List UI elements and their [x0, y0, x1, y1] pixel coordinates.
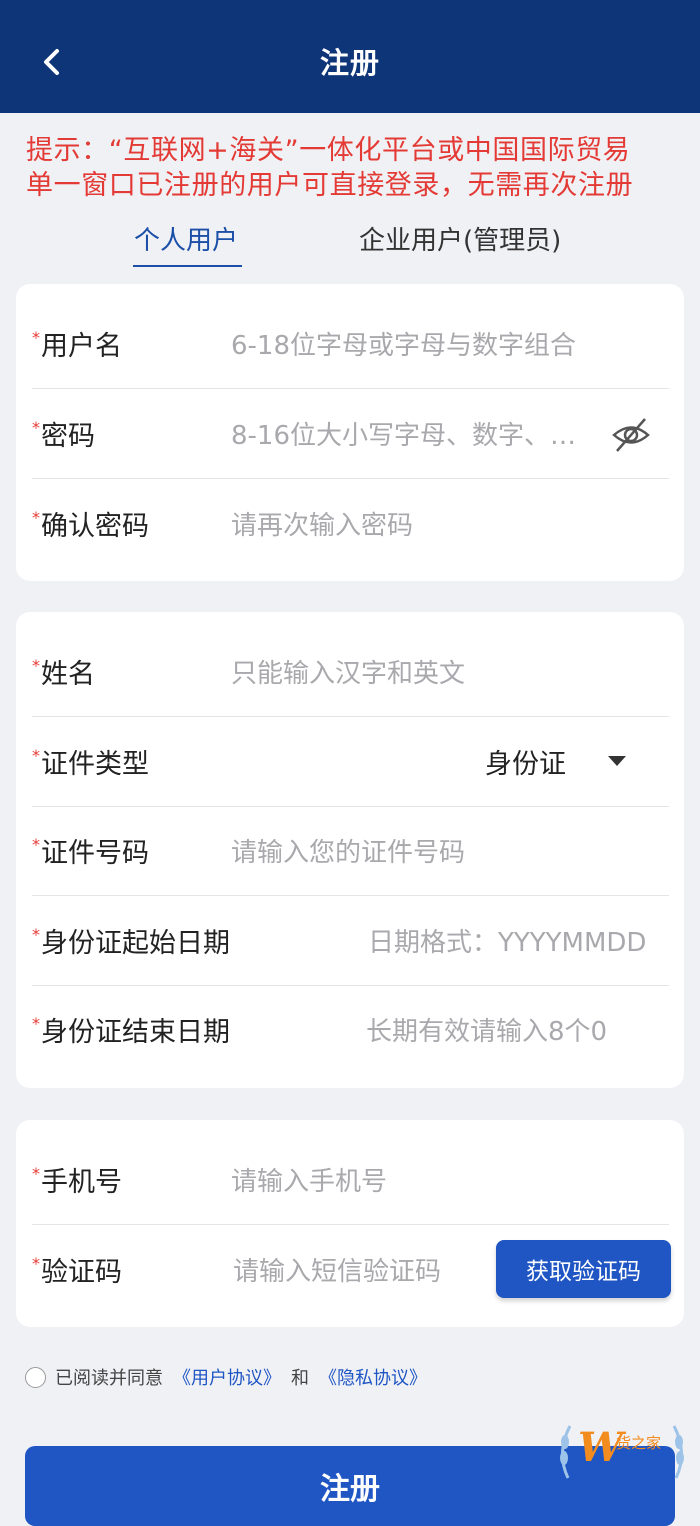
phone-label: * 手机号	[32, 1135, 122, 1224]
id-number-input[interactable]: 请输入您的证件号码	[231, 806, 661, 895]
start-date-input[interactable]: 日期格式：YYYYMMDD	[368, 896, 669, 985]
watermark-logo: W 货之家 51WSC.COM	[556, 1418, 688, 1484]
agree-radio[interactable]	[25, 1366, 46, 1388]
required-mark: *	[32, 1014, 40, 1033]
required-mark: *	[32, 1254, 40, 1273]
app-header: 注册	[0, 0, 700, 113]
name-row: * 姓名 只能输入汉字和英文	[32, 627, 669, 717]
start-date-label-text: 身份证起始日期	[41, 928, 230, 959]
username-row: * 用户名 6-18位字母或字母与数字组合	[32, 299, 669, 389]
end-date-row: * 身份证结束日期 长期有效请输入8个0	[32, 985, 669, 1074]
username-label: * 用户名	[32, 299, 122, 388]
agreement-row: 已阅读并同意 《用户协议》 和 《隐私协议》	[25, 1364, 437, 1390]
phone-input[interactable]: 请输入手机号	[231, 1135, 661, 1224]
id-type-select[interactable]: 身份证	[485, 717, 566, 806]
start-date-label: * 身份证起始日期	[32, 896, 230, 985]
account-card: * 用户名 6-18位字母或字母与数字组合 * 密码 8-16位大小写字母、数字、……	[16, 284, 684, 581]
required-mark: *	[32, 835, 40, 854]
required-mark: *	[32, 656, 40, 675]
get-code-button[interactable]: 获取验证码	[496, 1240, 671, 1298]
id-number-label: * 证件号码	[32, 806, 149, 895]
confirm-password-input[interactable]: 请再次输入密码	[231, 479, 661, 568]
agreement-prefix: 已阅读并同意	[55, 1368, 163, 1389]
phone-label-text: 手机号	[41, 1167, 122, 1198]
watermark-text: 货之家	[616, 1434, 662, 1452]
notice-line-1: 提示：“互联网+海关”一体化平台或中国国际贸易	[26, 135, 631, 166]
confirm-password-label: * 确认密码	[32, 479, 149, 568]
agreement-and: 和	[291, 1368, 309, 1389]
tab-personal-user[interactable]: 个人用户	[134, 220, 238, 257]
start-date-row: * 身份证起始日期 日期格式：YYYYMMDD	[32, 896, 669, 986]
end-date-label: * 身份证结束日期	[32, 985, 230, 1074]
page-title: 注册	[319, 46, 380, 80]
required-mark: *	[32, 418, 40, 437]
name-label-text: 姓名	[41, 659, 95, 690]
required-mark: *	[32, 508, 40, 527]
required-mark: *	[32, 925, 40, 944]
id-number-label-text: 证件号码	[41, 838, 149, 869]
sms-code-label: * 验证码	[32, 1225, 122, 1314]
identity-card: * 姓名 只能输入汉字和英文 * 证件类型 身份证 * 证件号码 请输入您的证件号码 …	[16, 612, 684, 1088]
eye-off-icon[interactable]	[611, 415, 651, 455]
privacy-agreement-link[interactable]: 《隐私协议》	[319, 1364, 427, 1390]
name-label: * 姓名	[32, 627, 95, 716]
password-row: * 密码 8-16位大小写字母、数字、…	[32, 389, 669, 479]
password-label-text: 密码	[41, 421, 95, 452]
phone-row: * 手机号 请输入手机号	[32, 1135, 669, 1225]
id-type-label-text: 证件类型	[41, 749, 149, 780]
sms-code-label-text: 验证码	[41, 1257, 122, 1288]
password-input[interactable]: 8-16位大小写字母、数字、…	[231, 389, 621, 478]
required-mark: *	[32, 746, 40, 765]
id-type-row: * 证件类型 身份证	[32, 717, 669, 807]
watermark-sub: 51WSC.COM	[618, 1452, 669, 1461]
end-date-input[interactable]: 长期有效请输入8个0	[366, 985, 669, 1074]
name-input[interactable]: 只能输入汉字和英文	[231, 627, 661, 716]
end-date-label-text: 身份证结束日期	[41, 1017, 230, 1048]
contact-card: * 手机号 请输入手机号 * 验证码 请输入短信验证码 获取验证码	[16, 1120, 684, 1327]
sms-code-input[interactable]: 请输入短信验证码	[233, 1225, 483, 1314]
confirm-password-row: * 确认密码 请再次输入密码	[32, 479, 669, 568]
registration-notice: 提示：“互联网+海关”一体化平台或中国国际贸易 单一窗口已注册的用户可直接登录，…	[26, 133, 686, 203]
id-number-row: * 证件号码 请输入您的证件号码	[32, 806, 669, 896]
id-type-label: * 证件类型	[32, 717, 149, 806]
username-input[interactable]: 6-18位字母或字母与数字组合	[231, 299, 661, 388]
sms-code-row: * 验证码 请输入短信验证码 获取验证码	[32, 1225, 671, 1314]
active-tab-indicator	[133, 265, 242, 267]
username-label-text: 用户名	[41, 331, 122, 362]
notice-line-2: 单一窗口已注册的用户可直接登录，无需再次注册	[26, 170, 634, 201]
tab-enterprise-user[interactable]: 企业用户(管理员)	[359, 220, 561, 257]
required-mark: *	[32, 1164, 40, 1183]
caret-down-icon[interactable]	[608, 756, 626, 766]
required-mark: *	[32, 328, 40, 347]
user-agreement-link[interactable]: 《用户协议》	[173, 1364, 281, 1390]
confirm-password-label-text: 确认密码	[41, 511, 149, 542]
password-label: * 密码	[32, 389, 95, 478]
